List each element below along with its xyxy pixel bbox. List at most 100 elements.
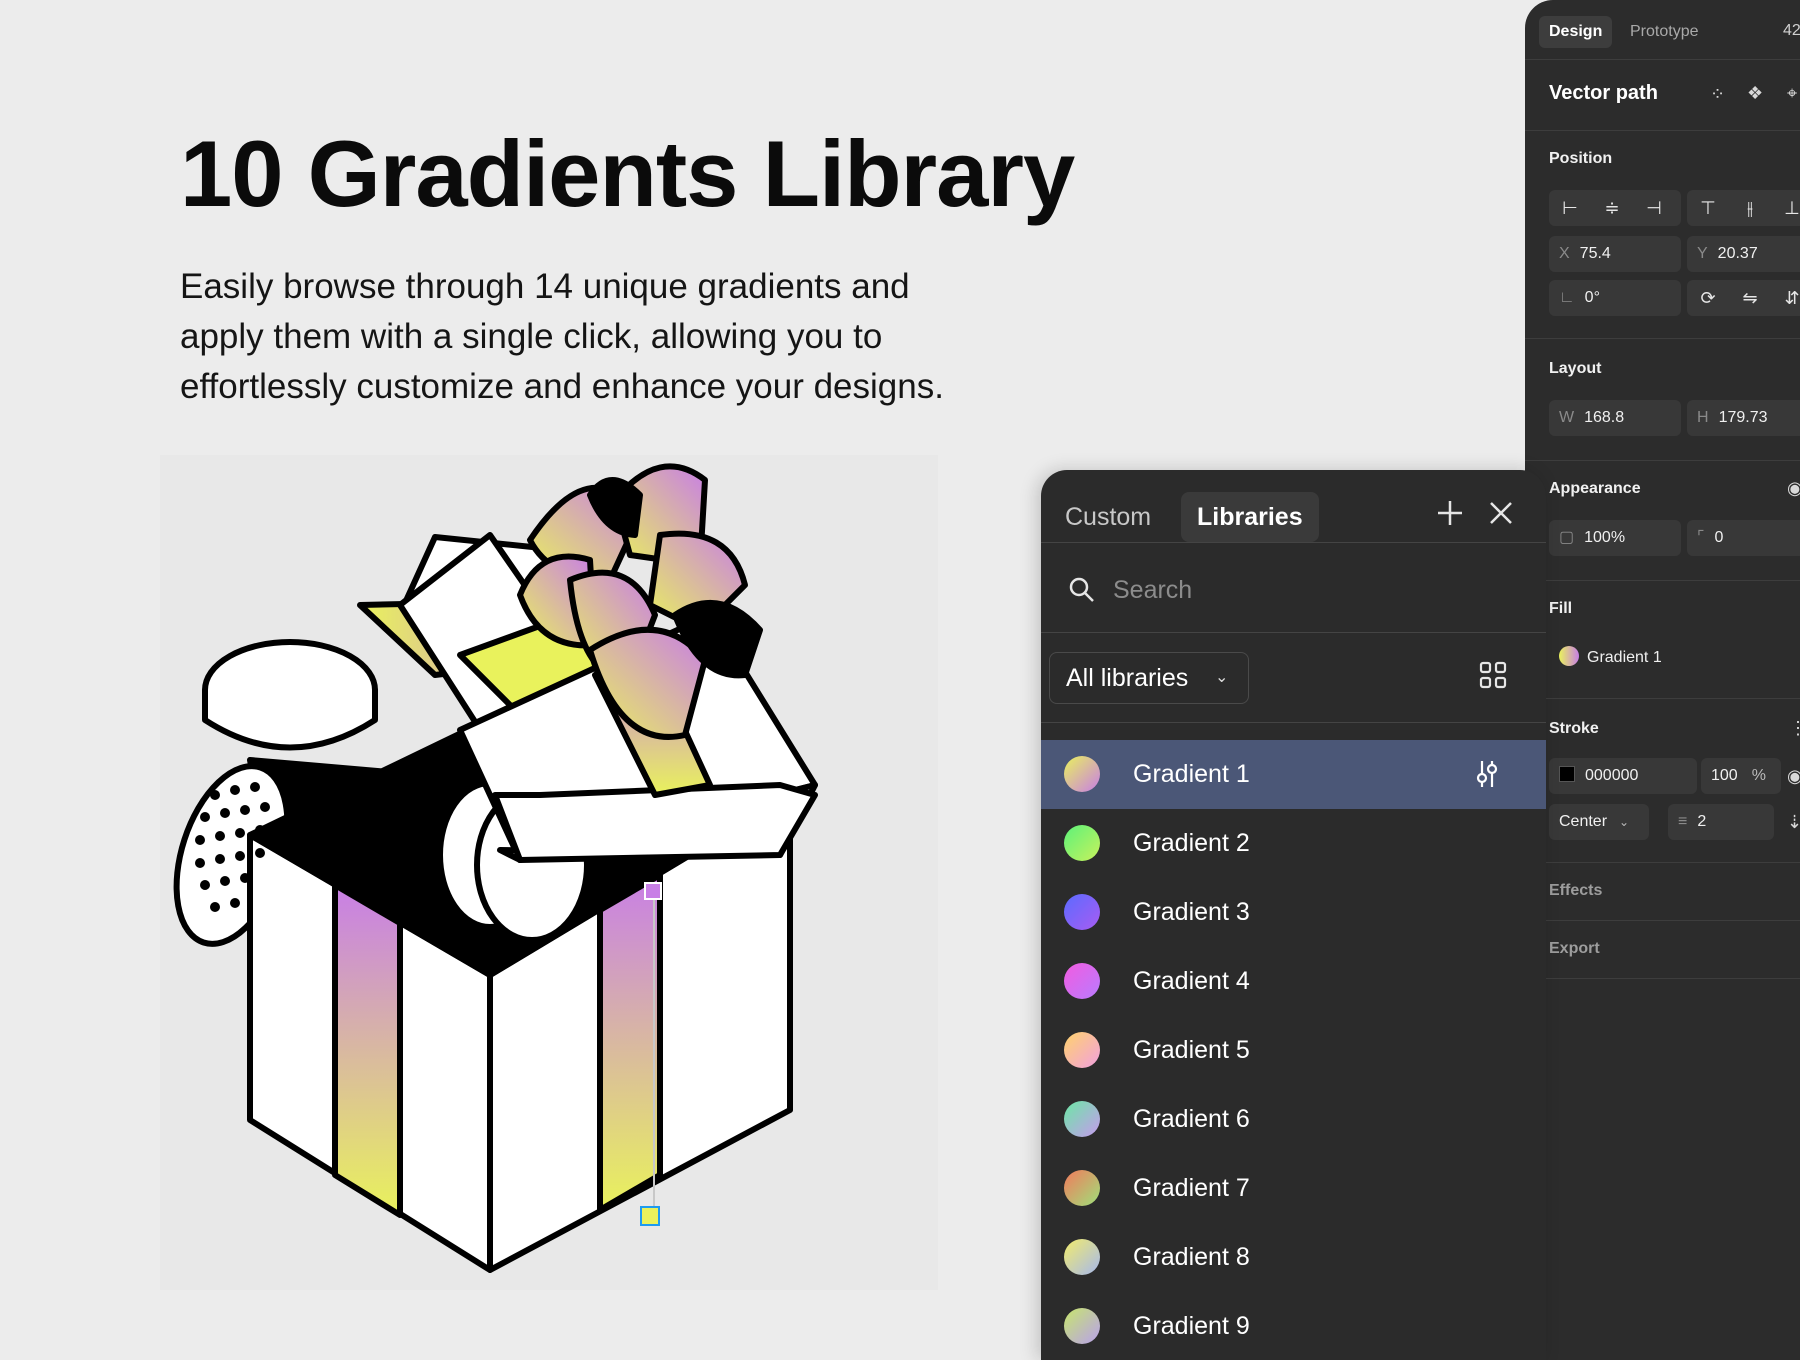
opacity-field[interactable]: ▢ 100% bbox=[1549, 520, 1681, 556]
adjust-sliders-icon[interactable] bbox=[1471, 758, 1503, 790]
rotation-field[interactable]: ∟ 0° bbox=[1549, 280, 1681, 316]
export-heading[interactable]: Export bbox=[1549, 940, 1600, 958]
tab-design[interactable]: Design bbox=[1539, 16, 1613, 48]
chevron-down-icon: ⌄ bbox=[1215, 669, 1229, 686]
height-field[interactable]: H 179.73 bbox=[1687, 400, 1800, 436]
tab-custom[interactable]: Custom bbox=[1049, 492, 1167, 542]
opacity-icon: ▢ bbox=[1559, 529, 1575, 546]
grid-view-icon[interactable] bbox=[1478, 660, 1508, 690]
gradient-name: Gradient 7 bbox=[1133, 1174, 1250, 1202]
chevron-down-icon: ⌄ bbox=[1619, 815, 1630, 829]
effects-heading[interactable]: Effects bbox=[1549, 882, 1602, 900]
w-label: W bbox=[1559, 409, 1575, 426]
divider bbox=[1525, 130, 1800, 131]
gift-box-illustration[interactable] bbox=[160, 455, 938, 1290]
x-field[interactable]: X 75.4 bbox=[1549, 236, 1681, 272]
page-description: Easily browse through 14 unique gradient… bbox=[180, 267, 944, 406]
stroke-weight-icon: ≡ bbox=[1678, 813, 1688, 830]
gradient-name: Gradient 3 bbox=[1133, 898, 1250, 926]
gradient-list-item[interactable]: Gradient 2 bbox=[1041, 809, 1546, 878]
stroke-weight-field[interactable]: ≡ 2 bbox=[1668, 804, 1774, 840]
fill-heading: Fill bbox=[1549, 600, 1573, 617]
align-bottom-icon[interactable]: ⊥ bbox=[1771, 190, 1800, 226]
grid-icon[interactable]: ⁘ bbox=[1710, 84, 1725, 105]
gradient-swatch bbox=[1064, 963, 1100, 999]
divider bbox=[1525, 920, 1800, 921]
divider bbox=[1525, 862, 1800, 863]
horizontal-align-group: ⊢ ≑ ⊣ bbox=[1549, 190, 1681, 226]
stroke-swatch[interactable] bbox=[1559, 765, 1575, 782]
gradient-swatch bbox=[1064, 1101, 1100, 1137]
align-right-icon[interactable]: ⊣ bbox=[1633, 190, 1675, 226]
search-icon bbox=[1069, 577, 1094, 602]
gradient-swatch bbox=[1064, 825, 1100, 861]
align-center-h-icon[interactable]: ≑ bbox=[1591, 190, 1633, 226]
gradient-name: Gradient 1 bbox=[1133, 760, 1250, 788]
flip-vertical-icon[interactable]: ⇵ bbox=[1771, 280, 1800, 316]
corner-radius-field[interactable]: ⌜ 0 bbox=[1687, 520, 1800, 556]
radius-value: 0 bbox=[1714, 529, 1724, 546]
stroke-position-value: Center bbox=[1559, 813, 1608, 830]
stroke-eye-icon[interactable]: ◉ bbox=[1787, 766, 1800, 787]
gradient-list-item[interactable]: Gradient 9 bbox=[1041, 1292, 1546, 1360]
boolean-icon[interactable]: ⌖ bbox=[1787, 83, 1797, 104]
w-value: 168.8 bbox=[1584, 409, 1625, 426]
gradient-list-item[interactable]: Gradient 4 bbox=[1041, 947, 1546, 1016]
y-field[interactable]: Y 20.37 bbox=[1687, 236, 1800, 272]
library-filter-dropdown[interactable]: All libraries ⌄ bbox=[1049, 652, 1249, 704]
fill-value: Gradient 1 bbox=[1587, 649, 1662, 666]
close-icon[interactable] bbox=[1488, 500, 1514, 526]
divider bbox=[1041, 632, 1546, 633]
gradient-name: Gradient 4 bbox=[1133, 967, 1250, 995]
gradient-list-item[interactable]: Gradient 1 bbox=[1041, 740, 1546, 809]
component-icon[interactable]: ❖ bbox=[1747, 83, 1763, 104]
align-middle-icon[interactable]: ⫲ bbox=[1729, 190, 1771, 226]
tab-prototype[interactable]: Prototype bbox=[1620, 16, 1708, 48]
x-label: X bbox=[1559, 245, 1570, 262]
gradient-swatch bbox=[1064, 1170, 1100, 1206]
visibility-eye-icon[interactable]: ◉ bbox=[1787, 478, 1800, 499]
page-title: 10 Gradients Library bbox=[180, 121, 1075, 226]
divider bbox=[1525, 460, 1800, 461]
rotation-value: 0° bbox=[1584, 289, 1600, 306]
stroke-position-select[interactable]: Center ⌄ bbox=[1549, 804, 1649, 840]
width-field[interactable]: W 168.8 bbox=[1549, 400, 1681, 436]
opacity-value: 100% bbox=[1584, 529, 1626, 546]
stroke-color-field[interactable]: 000000 bbox=[1549, 758, 1697, 794]
y-label: Y bbox=[1697, 245, 1708, 262]
stroke-more-icon[interactable]: ⇣ bbox=[1787, 812, 1800, 833]
stroke-heading: Stroke bbox=[1549, 720, 1599, 737]
rotate-icon[interactable]: ⟳ bbox=[1687, 280, 1729, 316]
gradient-list-item[interactable]: Gradient 7 bbox=[1041, 1154, 1546, 1223]
library-filter-value: All libraries bbox=[1066, 664, 1189, 692]
gradient-swatch bbox=[1064, 756, 1100, 792]
stroke-percent: % bbox=[1751, 767, 1766, 784]
divider bbox=[1525, 338, 1800, 339]
h-value: 179.73 bbox=[1718, 409, 1768, 426]
add-icon[interactable] bbox=[1435, 498, 1465, 528]
gradient-list-item[interactable]: Gradient 3 bbox=[1041, 878, 1546, 947]
align-left-icon[interactable]: ⊢ bbox=[1549, 190, 1591, 226]
fill-swatch[interactable] bbox=[1559, 645, 1579, 666]
stroke-settings-icon[interactable]: ⋮ bbox=[1789, 718, 1800, 739]
gradient-name: Gradient 6 bbox=[1133, 1105, 1250, 1133]
gradient-list-item[interactable]: Gradient 5 bbox=[1041, 1016, 1546, 1085]
flip-horizontal-icon[interactable]: ⇋ bbox=[1729, 280, 1771, 316]
fill-row[interactable]: Gradient 1 bbox=[1549, 640, 1800, 676]
gradient-library-panel: Custom Libraries All libraries ⌄ Gradien… bbox=[1041, 470, 1546, 1360]
align-top-icon[interactable]: ⊤ bbox=[1687, 190, 1729, 226]
gradient-list-item[interactable]: Gradient 6 bbox=[1041, 1085, 1546, 1154]
zoom-readout[interactable]: 42 bbox=[1783, 22, 1800, 40]
vertical-align-group: ⊤ ⫲ ⊥ bbox=[1687, 190, 1800, 226]
stroke-opacity-field[interactable]: 100% bbox=[1701, 758, 1781, 794]
layout-heading: Layout bbox=[1549, 360, 1602, 377]
search-input[interactable] bbox=[1113, 570, 1513, 610]
h-label: H bbox=[1697, 409, 1709, 426]
angle-icon: ∟ bbox=[1559, 289, 1575, 306]
gradient-name: Gradient 9 bbox=[1133, 1312, 1250, 1340]
gradient-name: Gradient 8 bbox=[1133, 1243, 1250, 1271]
tab-libraries[interactable]: Libraries bbox=[1181, 492, 1319, 542]
x-value: 75.4 bbox=[1579, 245, 1611, 262]
gradient-list-item[interactable]: Gradient 8 bbox=[1041, 1223, 1546, 1292]
design-panel: Design Prototype 42 Vector path ⁘ ❖ ⌖ Po… bbox=[1525, 0, 1800, 1360]
